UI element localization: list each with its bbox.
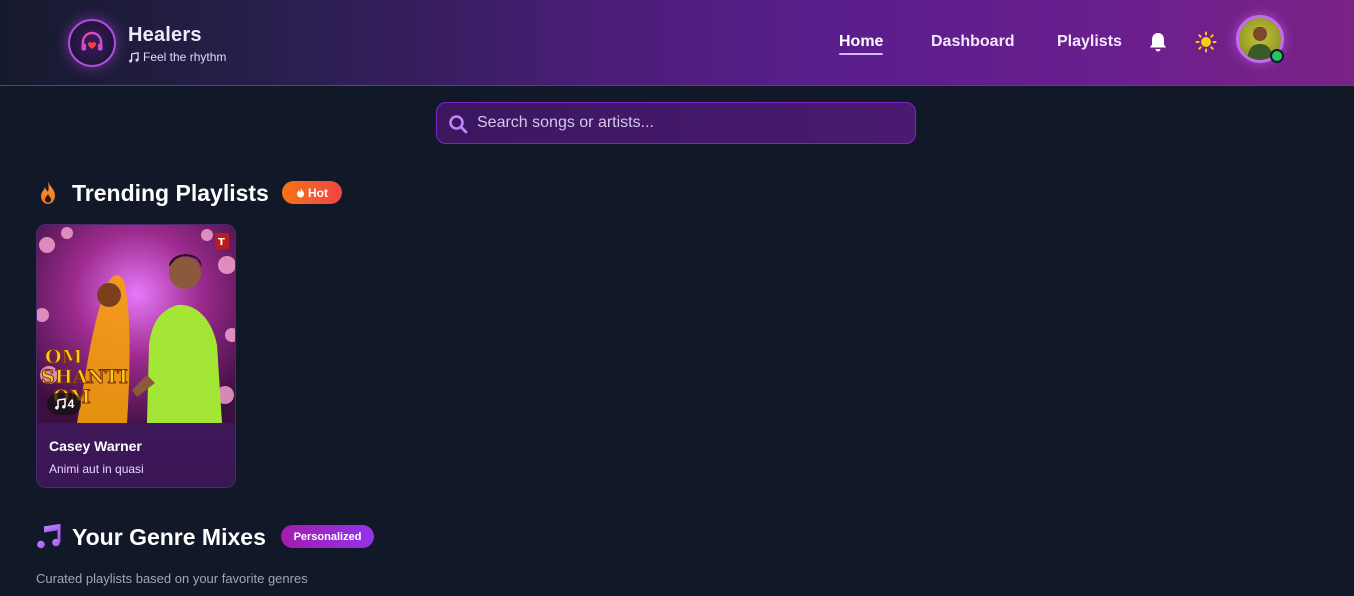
svg-text:SHANTI: SHANTI: [41, 366, 128, 388]
headphones-heart-icon: [81, 31, 103, 51]
brand-name: Healers: [128, 24, 202, 46]
music-note-icon: [54, 398, 66, 410]
tagline-text: Feel the rhythm: [143, 50, 227, 64]
song-count-badge: 4: [47, 393, 81, 415]
search-bar: [436, 102, 916, 144]
svg-text:T: T: [218, 237, 225, 248]
hot-badge: Hot: [282, 181, 342, 204]
online-status-dot: [1270, 49, 1284, 63]
bell-icon[interactable]: [1148, 31, 1168, 53]
music-note-icon: [129, 51, 139, 62]
nav-dashboard[interactable]: Dashboard: [931, 33, 1015, 51]
search-icon: [449, 115, 468, 134]
trending-section-title: Trending Playlists: [72, 180, 269, 206]
genre-mixes-description: Curated playlists based on your favorite…: [36, 571, 308, 586]
playlist-subtitle: Animi aut in quasi: [49, 462, 144, 476]
playlist-title: Casey Warner: [49, 438, 142, 454]
nav-home[interactable]: Home: [839, 33, 883, 51]
svg-text:OM: OM: [45, 346, 83, 368]
search-input[interactable]: [477, 103, 907, 143]
sun-icon[interactable]: [1195, 31, 1217, 53]
playlist-card[interactable]: OM SHANTI OM T 4 Casey Warner Animi aut …: [36, 224, 236, 488]
nav-active-indicator: [839, 53, 883, 55]
brand-tagline: Feel the rhythm: [128, 50, 226, 64]
personalized-badge: Personalized: [281, 525, 374, 548]
genre-mixes-section-title: Your Genre Mixes: [72, 524, 266, 550]
top-navbar: Healers Feel the rhythm Home Dashboard P…: [0, 0, 1354, 86]
fire-icon: [41, 181, 55, 204]
music-note-icon: [37, 524, 61, 549]
nav-playlists[interactable]: Playlists: [1057, 33, 1122, 51]
hot-badge-label: Hot: [308, 185, 328, 200]
song-count: 4: [67, 397, 75, 411]
logo[interactable]: [68, 19, 116, 67]
fire-small-icon: [297, 187, 304, 198]
